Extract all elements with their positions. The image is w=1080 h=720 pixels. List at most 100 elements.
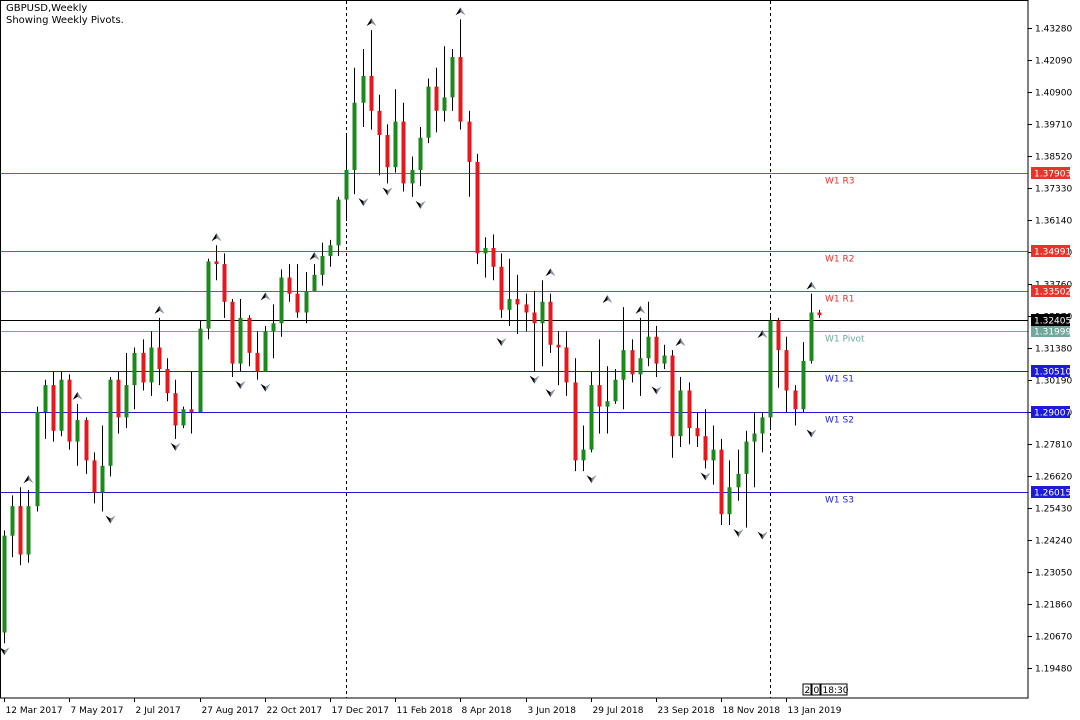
candle bbox=[515, 274, 520, 335]
pivot-lines: W1 R3 W1 R2 W1 R1 W1 Pivot W1 S1 W1 S2 W1 S3 bbox=[1, 173, 1028, 506]
candle-body bbox=[434, 86, 439, 111]
fractal-down-arrow bbox=[415, 200, 426, 209]
candle bbox=[92, 452, 97, 504]
countdown-text: 0 bbox=[814, 686, 820, 696]
candle-body bbox=[499, 266, 504, 310]
fractal-down-arrow bbox=[757, 531, 768, 540]
x-tick-label: 3 Jun 2018 bbox=[528, 706, 577, 716]
candle-body bbox=[654, 336, 659, 364]
candle bbox=[793, 385, 798, 426]
candle-body bbox=[776, 320, 781, 351]
candle bbox=[43, 379, 48, 439]
candle bbox=[662, 344, 667, 369]
candle-body bbox=[67, 379, 72, 442]
fractal-down-arrow bbox=[382, 187, 393, 196]
candle bbox=[352, 67, 357, 195]
candle-body bbox=[418, 137, 423, 170]
candle bbox=[719, 438, 724, 525]
candle-body bbox=[458, 57, 463, 122]
candle bbox=[230, 299, 235, 378]
candle-body bbox=[263, 331, 268, 372]
candle bbox=[100, 425, 105, 512]
candle bbox=[581, 425, 586, 472]
y-tick-label: 1.30190 bbox=[1035, 377, 1072, 387]
candle bbox=[189, 371, 194, 434]
fractal-up-arrow bbox=[806, 281, 817, 290]
candle bbox=[499, 253, 504, 318]
price-chart[interactable]: W1 R3 W1 R2 W1 R1 W1 Pivot W1 S1 W1 S2 W1 S3 1… bbox=[0, 0, 1080, 720]
candle-body bbox=[564, 347, 569, 383]
candle-body bbox=[401, 121, 406, 184]
candle-body bbox=[51, 385, 56, 431]
candle-body bbox=[35, 412, 40, 507]
fractal-down-arrow bbox=[260, 383, 271, 392]
countdown-box: 2 0 18:30 bbox=[802, 683, 849, 696]
fractal-up-arrow bbox=[602, 295, 613, 304]
candle-body bbox=[621, 350, 626, 380]
candle bbox=[10, 495, 15, 558]
fractal-up-arrow bbox=[154, 305, 165, 314]
candle bbox=[279, 269, 284, 337]
candle-body bbox=[573, 382, 578, 461]
pivot-label: W1 R1 bbox=[825, 295, 854, 305]
candle bbox=[736, 449, 741, 501]
y-tick-label: 1.36140 bbox=[1035, 217, 1072, 227]
candle bbox=[801, 342, 806, 412]
y-tick-label: 1.23050 bbox=[1035, 569, 1072, 579]
fractal-up-arrow bbox=[23, 475, 34, 484]
candle bbox=[442, 46, 447, 122]
candle bbox=[26, 489, 31, 563]
candle-body bbox=[116, 379, 121, 418]
candle bbox=[18, 487, 23, 566]
candle-body bbox=[26, 506, 31, 555]
candle bbox=[401, 102, 406, 192]
y-tick-label: 1.31380 bbox=[1035, 345, 1072, 355]
pivot-label: W1 R2 bbox=[825, 255, 854, 265]
x-tick-label: 2 Jul 2017 bbox=[136, 706, 181, 716]
y-tick-label: 1.39710 bbox=[1035, 121, 1072, 131]
x-tick-label: 23 Sep 2018 bbox=[658, 706, 715, 716]
candle-body bbox=[727, 487, 732, 515]
y-tick-label: 1.24240 bbox=[1035, 537, 1072, 547]
fractal-down-arrow bbox=[358, 198, 369, 207]
candle-body bbox=[173, 393, 178, 426]
price-tag-label: 1.33502 bbox=[1034, 288, 1071, 298]
candle-body bbox=[809, 312, 814, 361]
candle bbox=[206, 258, 211, 340]
candle-body bbox=[230, 301, 235, 364]
fractal-down-arrow bbox=[651, 386, 662, 395]
candle bbox=[646, 301, 651, 367]
x-tick-label: 13 Jan 2019 bbox=[788, 706, 842, 716]
fractal-down-arrow bbox=[733, 528, 744, 537]
candle-body bbox=[801, 360, 806, 410]
candle bbox=[744, 430, 749, 528]
candle bbox=[312, 264, 317, 291]
candle bbox=[238, 299, 243, 372]
candle-body bbox=[744, 441, 749, 474]
candle bbox=[703, 409, 708, 469]
candle-body bbox=[491, 247, 496, 267]
candle bbox=[507, 258, 512, 326]
candle bbox=[589, 371, 594, 453]
candle-body bbox=[540, 301, 545, 324]
fractal-up-arrow bbox=[72, 391, 83, 400]
fractal-up-arrow bbox=[635, 305, 646, 314]
candle bbox=[295, 264, 300, 318]
y-tick-label: 1.37330 bbox=[1035, 185, 1072, 195]
candle-body bbox=[132, 352, 137, 386]
candle bbox=[304, 272, 309, 324]
candle bbox=[654, 325, 659, 378]
x-tick-label: 27 Aug 2017 bbox=[202, 706, 260, 716]
candle-body bbox=[222, 264, 227, 302]
y-tick-label: 1.19480 bbox=[1035, 665, 1072, 675]
x-tick-label: 29 Jul 2018 bbox=[593, 706, 644, 716]
candle-body bbox=[711, 449, 716, 461]
y-tick-label: 1.27810 bbox=[1035, 441, 1072, 451]
pivot-label: W1 S2 bbox=[825, 416, 854, 426]
fractal-up-arrow bbox=[545, 268, 556, 277]
candle-body bbox=[320, 256, 325, 275]
candle-body bbox=[336, 199, 341, 246]
candle-body bbox=[189, 409, 194, 412]
plot-frame bbox=[0, 0, 1029, 699]
candle-body bbox=[10, 506, 15, 536]
